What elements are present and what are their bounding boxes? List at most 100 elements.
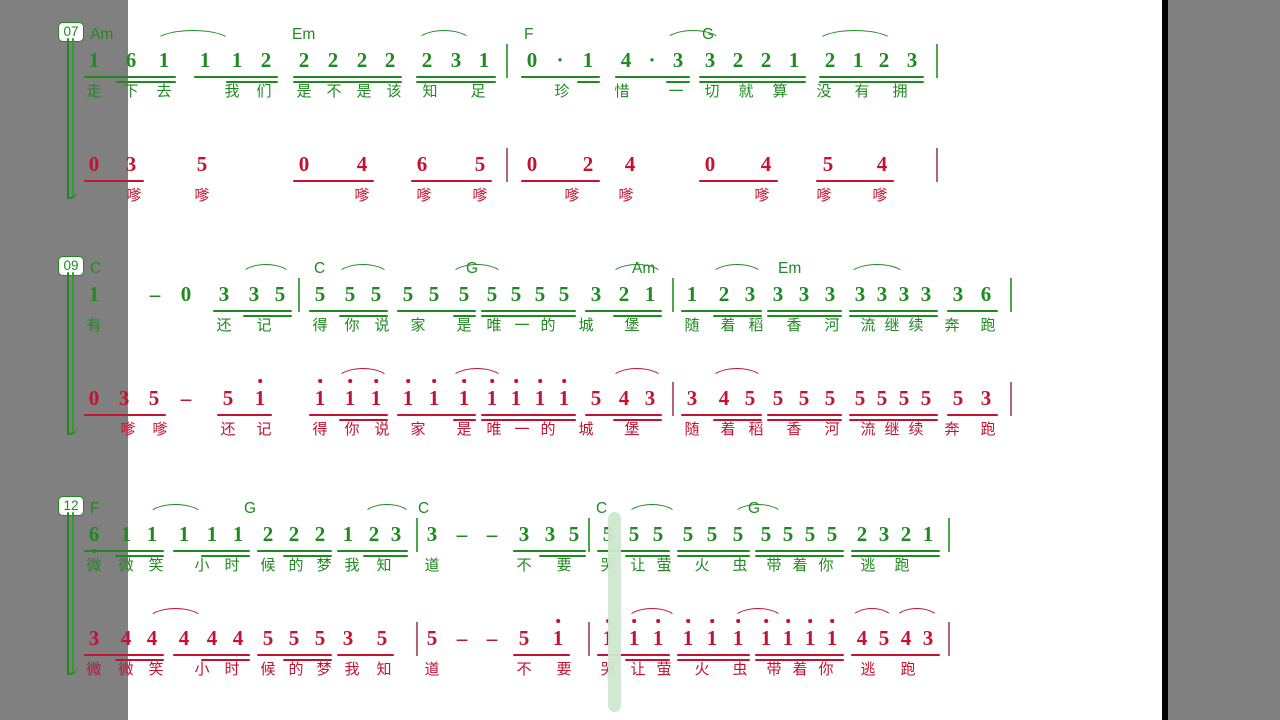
note: 5 <box>510 282 522 306</box>
beam <box>337 550 408 552</box>
lyric-char: 嗲 <box>126 187 142 204</box>
lyric-char: 虫 <box>732 661 748 678</box>
note: 5 <box>196 152 208 176</box>
note: 1 <box>178 522 190 546</box>
note: 5 <box>682 522 694 546</box>
beam <box>767 310 842 312</box>
note: 1 <box>481 379 503 411</box>
lyric-char: 笑 <box>148 557 164 574</box>
note: 3 <box>644 386 656 410</box>
note: 1 <box>397 379 419 411</box>
lyric-char: 跑 <box>980 421 996 438</box>
note: 3 <box>518 522 530 546</box>
melody-voice: Am Em F G 1 6 1 1 1 2 2 2 2 2 2 3 1 0 · 1 4 · 3 3 2 2 1 2 1 2 3 走下去我们是不… <box>0 22 1034 132</box>
note: 0 <box>526 48 538 72</box>
beam <box>226 81 278 83</box>
lyric-char: 小 <box>194 661 210 678</box>
lyric-char: 走 <box>86 83 102 100</box>
note: 1 <box>339 379 361 411</box>
lyric-char: 知 <box>422 83 438 100</box>
note: 2 <box>824 48 836 72</box>
chord-symbol: Am <box>90 26 114 43</box>
note: 1 <box>686 282 698 306</box>
note: 3 <box>824 282 836 306</box>
lyric-char: 是 <box>296 83 312 100</box>
chord-symbol: G <box>244 500 257 517</box>
note: 3 <box>898 282 910 306</box>
slur <box>362 504 412 517</box>
lyric-char: 城 <box>578 421 594 438</box>
beam <box>194 76 278 78</box>
barline <box>416 518 418 552</box>
barline <box>936 148 938 182</box>
note: 2 <box>368 522 380 546</box>
note: 1 <box>206 522 218 546</box>
beam <box>849 315 938 317</box>
beam <box>666 81 690 83</box>
lyric-char: 不 <box>516 557 532 574</box>
lyric-char: 奔 <box>944 421 960 438</box>
note: 5 <box>458 282 470 306</box>
note: 6 <box>125 48 137 72</box>
beam <box>293 180 374 182</box>
lyric-char: 虫 <box>732 557 748 574</box>
note: 5 <box>898 386 910 410</box>
note: · <box>648 48 656 72</box>
note: 5 <box>822 152 834 176</box>
note: 3 <box>854 282 866 306</box>
note: 3 <box>248 282 260 306</box>
note: 6 <box>83 522 105 553</box>
lyric-char: 堡 <box>624 317 640 334</box>
lyric-char: 我 <box>344 661 360 678</box>
note: 1 <box>821 619 843 651</box>
lyric-char: 有 <box>86 317 102 334</box>
beam <box>755 659 844 661</box>
note: 4 <box>620 48 632 72</box>
lyric-char: 嗲 <box>194 187 210 204</box>
lyric-char: 得 <box>312 317 328 334</box>
lyric-char: 有 <box>854 83 870 100</box>
beam <box>453 315 476 317</box>
note: 1 <box>644 282 656 306</box>
note: 5 <box>222 386 234 410</box>
lyric-char: 候 <box>260 557 276 574</box>
melody-voice: C C G Am Em 1–0 3 3 5 5 5 5 5 5 5 5 5 5 5 3 2 1 1 2 3 3 3 3 3 3 3 3 3 6 有还… <box>0 256 1034 366</box>
note: 2 <box>314 522 326 546</box>
chord-symbol: C <box>596 500 608 517</box>
lyric-char: 笑 <box>148 661 164 678</box>
lyric-char: 你 <box>818 661 834 678</box>
note: 2 <box>260 48 272 72</box>
beam <box>615 76 690 78</box>
beam <box>201 555 250 557</box>
lyric-char: 该 <box>386 83 402 100</box>
note: 5 <box>370 282 382 306</box>
note: – <box>456 626 468 650</box>
lyric-char: 随 <box>684 421 700 438</box>
beam <box>947 414 998 416</box>
beam <box>677 550 750 552</box>
note: 1 <box>365 379 387 411</box>
beam <box>851 550 940 552</box>
beam <box>625 659 670 661</box>
lyric-char: 嗲 <box>354 187 370 204</box>
barline <box>588 622 590 656</box>
lyric-char: 让 <box>630 661 646 678</box>
note: 2 <box>732 48 744 72</box>
lyric-char: 跑 <box>900 661 916 678</box>
lyric-char: 还 <box>220 421 236 438</box>
beam <box>677 555 750 557</box>
note: 1 <box>547 619 569 651</box>
slur <box>147 504 204 517</box>
note: 3 <box>672 48 684 72</box>
lyric-char: 嗲 <box>564 187 580 204</box>
note: 3 <box>590 282 602 306</box>
note: 0 <box>88 386 100 410</box>
lyric-char: 切 <box>704 83 720 100</box>
lyric-char: 微 <box>118 661 134 678</box>
note: 1 <box>553 379 575 411</box>
note: 3 <box>390 522 402 546</box>
note: 5 <box>878 626 890 650</box>
playback-cursor[interactable] <box>608 512 621 712</box>
beam <box>699 180 778 182</box>
slur <box>416 30 472 43</box>
